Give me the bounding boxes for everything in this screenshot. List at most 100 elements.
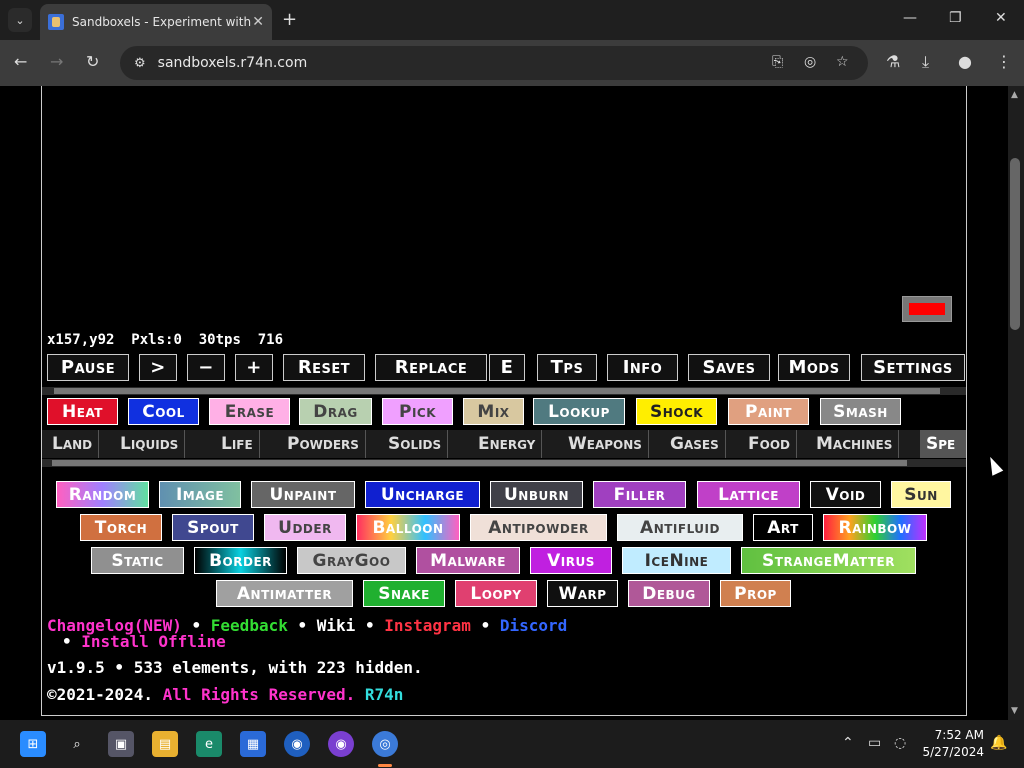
file-explorer-icon[interactable]: ▤ bbox=[152, 731, 178, 757]
close-window-icon[interactable]: ✕ bbox=[995, 10, 1007, 26]
category-energy[interactable]: Energy bbox=[472, 430, 543, 458]
step-button[interactable]: > bbox=[139, 354, 177, 381]
category-powders[interactable]: Powders bbox=[281, 430, 366, 458]
controls-scroll-thumb[interactable] bbox=[54, 388, 940, 394]
tray-chevron-icon[interactable]: ⌃ bbox=[842, 735, 854, 751]
install-app-icon[interactable]: ⎘ bbox=[772, 54, 783, 70]
tool-paint[interactable]: Paint bbox=[728, 398, 809, 425]
element-malware[interactable]: Malware bbox=[416, 547, 520, 574]
minimize-icon[interactable]: — bbox=[903, 10, 917, 26]
search-icon[interactable]: ⌕ bbox=[64, 731, 90, 757]
instagram-link[interactable]: Instagram bbox=[384, 616, 471, 635]
game-canvas[interactable] bbox=[42, 86, 966, 326]
chrome-icon[interactable]: ◎ bbox=[372, 731, 398, 757]
tool-pick[interactable]: Pick bbox=[382, 398, 453, 425]
element-balloon[interactable]: Balloon bbox=[356, 514, 460, 541]
browser-tab-sandboxels[interactable]: Sandboxels - Experiment with P ✕ bbox=[40, 4, 272, 40]
color-picker-swatch[interactable] bbox=[902, 296, 952, 322]
notifications-bell-icon[interactable]: 🔔 bbox=[990, 735, 1007, 751]
element-spout[interactable]: Spout bbox=[172, 514, 254, 541]
new-tab-icon[interactable]: + bbox=[282, 9, 297, 30]
back-icon[interactable]: ← bbox=[14, 52, 27, 71]
category-liquids[interactable]: Liquids bbox=[114, 430, 186, 458]
element-lattice[interactable]: Lattice bbox=[697, 481, 800, 508]
task-view-icon[interactable]: ▣ bbox=[108, 731, 134, 757]
element-button[interactable]: E bbox=[489, 354, 525, 381]
tab-close-icon[interactable]: ✕ bbox=[252, 14, 264, 30]
element-udder[interactable]: Udder bbox=[264, 514, 346, 541]
element-static[interactable]: Static bbox=[91, 547, 184, 574]
reset-button[interactable]: Reset bbox=[283, 354, 365, 381]
tool-lookup[interactable]: Lookup bbox=[533, 398, 625, 425]
element-art[interactable]: Art bbox=[753, 514, 813, 541]
site-info-icon[interactable]: ⚙ bbox=[134, 56, 146, 71]
tool-erase[interactable]: Erase bbox=[209, 398, 290, 425]
element-void[interactable]: Void bbox=[810, 481, 881, 508]
increase-size-button[interactable]: + bbox=[235, 354, 273, 381]
firefox-developer-icon[interactable]: ◉ bbox=[328, 731, 354, 757]
element-random[interactable]: Random bbox=[56, 481, 149, 508]
element-antimatter[interactable]: Antimatter bbox=[216, 580, 353, 607]
element-sun[interactable]: Sun bbox=[891, 481, 951, 508]
pause-button[interactable]: Pause bbox=[47, 354, 129, 381]
tps-button[interactable]: Tps bbox=[537, 354, 597, 381]
tool-heat[interactable]: Heat bbox=[47, 398, 118, 425]
tracking-protection-icon[interactable]: ◎ bbox=[804, 54, 816, 70]
element-torch[interactable]: Torch bbox=[80, 514, 162, 541]
element-filler[interactable]: Filler bbox=[593, 481, 686, 508]
controls-scrollbar[interactable] bbox=[42, 387, 966, 395]
discord-link[interactable]: Discord bbox=[500, 616, 567, 635]
element-unburn[interactable]: Unburn bbox=[490, 481, 583, 508]
reload-icon[interactable]: ↻ bbox=[86, 52, 99, 71]
element-border[interactable]: Border bbox=[194, 547, 287, 574]
volume-muted-icon[interactable]: ◌ bbox=[894, 735, 906, 751]
element-snake[interactable]: Snake bbox=[363, 580, 445, 607]
replace-button[interactable]: Replace bbox=[375, 354, 487, 381]
network-icon[interactable]: ▭ bbox=[868, 735, 881, 751]
element-strangematter[interactable]: StrangeMatter bbox=[741, 547, 916, 574]
category-gases[interactable]: Gases bbox=[664, 430, 726, 458]
tool-drag[interactable]: Drag bbox=[299, 398, 372, 425]
element-rainbow[interactable]: Rainbow bbox=[823, 514, 927, 541]
category-machines[interactable]: Machines bbox=[810, 430, 900, 458]
wiki-link[interactable]: Wiki bbox=[317, 616, 356, 635]
element-virus[interactable]: Virus bbox=[530, 547, 612, 574]
scroll-down-icon[interactable]: ▼ bbox=[1011, 706, 1018, 716]
microsoft-store-icon[interactable]: ▦ bbox=[240, 731, 266, 757]
restore-icon[interactable]: ❐ bbox=[949, 10, 962, 26]
labs-flask-icon[interactable]: ⚗ bbox=[886, 52, 900, 71]
firefox-icon[interactable]: ◉ bbox=[284, 731, 310, 757]
info-button[interactable]: Info bbox=[607, 354, 678, 381]
category-scroll-thumb[interactable] bbox=[52, 460, 907, 466]
element-antifluid[interactable]: Antifluid bbox=[617, 514, 743, 541]
author-link[interactable]: R74n bbox=[365, 685, 404, 704]
system-clock[interactable]: 7:52 AM 5/27/2024 bbox=[920, 727, 984, 761]
element-antipowder[interactable]: Antipowder bbox=[470, 514, 607, 541]
category-solids[interactable]: Solids bbox=[382, 430, 449, 458]
element-debug[interactable]: Debug bbox=[628, 580, 710, 607]
settings-button[interactable]: Settings bbox=[861, 354, 965, 381]
windows-start-icon[interactable]: ⊞ bbox=[20, 731, 46, 757]
category-weapons[interactable]: Weapons bbox=[562, 430, 649, 458]
category-food[interactable]: Food bbox=[742, 430, 797, 458]
mods-button[interactable]: Mods bbox=[778, 354, 850, 381]
element-graygoo[interactable]: GrayGoo bbox=[297, 547, 406, 574]
profile-icon[interactable]: ● bbox=[958, 52, 972, 71]
address-bar[interactable]: ⚙ sandboxels.r74n.com ⎘ ◎ ☆ bbox=[120, 46, 868, 80]
page-scroll-thumb[interactable] bbox=[1010, 158, 1020, 330]
category-life[interactable]: Life bbox=[215, 430, 260, 458]
category-special[interactable]: Spe bbox=[920, 430, 966, 458]
element-image[interactable]: Image bbox=[159, 481, 241, 508]
category-land[interactable]: Land bbox=[46, 430, 100, 458]
scroll-up-icon[interactable]: ▲ bbox=[1011, 90, 1018, 100]
element-prop[interactable]: Prop bbox=[720, 580, 791, 607]
category-scrollbar[interactable] bbox=[42, 459, 966, 467]
bookmark-star-icon[interactable]: ☆ bbox=[836, 54, 849, 70]
element-uncharge[interactable]: Uncharge bbox=[365, 481, 480, 508]
element-loopy[interactable]: Loopy bbox=[455, 580, 537, 607]
decrease-size-button[interactable]: − bbox=[187, 354, 225, 381]
edge-browser-icon[interactable]: e bbox=[196, 731, 222, 757]
tool-mix[interactable]: Mix bbox=[463, 398, 524, 425]
element-unpaint[interactable]: Unpaint bbox=[251, 481, 355, 508]
tool-shock[interactable]: Shock bbox=[636, 398, 717, 425]
